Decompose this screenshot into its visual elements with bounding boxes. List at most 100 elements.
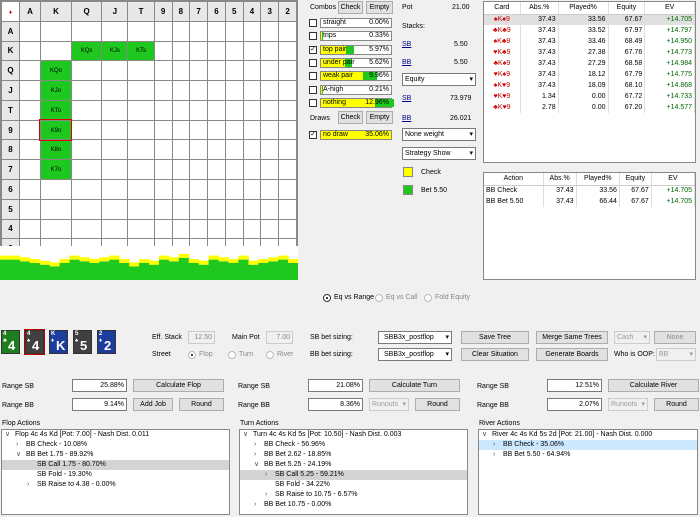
grid-cell[interactable] xyxy=(207,159,226,181)
grid-cell[interactable] xyxy=(127,20,155,42)
grid-cell[interactable] xyxy=(189,40,209,62)
combo-checkbox[interactable] xyxy=(309,85,317,94)
tree-node[interactable]: SB Fold - 19.30% xyxy=(2,470,229,480)
grid-cell[interactable] xyxy=(39,20,72,42)
grid-cell[interactable] xyxy=(101,99,129,121)
grid-cell[interactable] xyxy=(278,179,297,200)
grid-cell[interactable] xyxy=(207,119,226,141)
grid-cell[interactable] xyxy=(171,218,191,240)
range-sb-input[interactable]: 12.51% xyxy=(547,379,602,392)
grid-cell[interactable] xyxy=(260,119,280,141)
grid-cell[interactable] xyxy=(242,40,262,62)
grid-cell[interactable] xyxy=(224,159,244,181)
grid-cell[interactable] xyxy=(260,80,280,101)
board-card[interactable]: 4 4 ♠ xyxy=(24,329,45,355)
grid-cell[interactable] xyxy=(207,139,226,161)
grid-cell[interactable] xyxy=(171,159,191,181)
grid-cell[interactable] xyxy=(70,119,103,141)
grid-cell[interactable] xyxy=(70,80,103,101)
grid-cell[interactable]: KJo xyxy=(39,80,72,101)
combos-empty-button[interactable]: Empty xyxy=(366,1,393,14)
grid-cell[interactable] xyxy=(19,198,41,220)
range-bb-input[interactable]: 8.36% xyxy=(308,398,363,411)
grid-cell[interactable] xyxy=(278,119,297,141)
grid-cell[interactable] xyxy=(153,218,173,240)
grid-cell[interactable] xyxy=(224,198,244,220)
equity-mode-radio[interactable] xyxy=(424,294,432,302)
grid-cell[interactable] xyxy=(127,139,155,161)
table-row[interactable]: ♠K♣9 37.43 33.46 68.49 +14.950 xyxy=(484,36,695,47)
cash-select[interactable]: Cash xyxy=(614,331,650,344)
grid-cell[interactable] xyxy=(242,20,262,42)
tree-node[interactable]: ∨ River 4c 4s Kd 5s 2d [Pot: 21.00] - Nas… xyxy=(479,430,697,440)
table-header[interactable]: Equity xyxy=(608,2,646,15)
grid-cell[interactable]: KTs xyxy=(127,40,155,62)
grid-cell[interactable] xyxy=(242,99,262,121)
grid-cell[interactable] xyxy=(278,80,297,101)
draws-check-button[interactable]: Check xyxy=(338,111,363,124)
grid-cell[interactable] xyxy=(207,20,226,42)
grid-cell[interactable] xyxy=(189,20,209,42)
add-job-button[interactable]: Add Job xyxy=(133,398,173,411)
grid-cell[interactable] xyxy=(153,159,173,181)
flop-tree[interactable]: ∨ Flop 4c 4s Kd [Pot: 7.00] - Nash Dist. … xyxy=(1,429,230,515)
chevron-down-icon[interactable]: ∨ xyxy=(16,450,26,460)
grid-cell[interactable] xyxy=(153,198,173,220)
equity-mode-radio[interactable] xyxy=(323,294,331,302)
table-row[interactable]: ♣K♠9 37.43 27.29 68.58 +14.984 xyxy=(484,58,695,69)
grid-cell[interactable] xyxy=(242,179,262,200)
tree-node[interactable]: SB Call 1.75 - 80.70% xyxy=(2,460,229,470)
action-table[interactable]: Action Abs.% Played% Equity EV BB Check 37.43 3… xyxy=(483,172,696,280)
grid-cell[interactable] xyxy=(242,139,262,161)
tree-node[interactable]: › BB Check - 35.06% xyxy=(479,440,697,450)
table-header[interactable]: Played% xyxy=(576,173,620,186)
combos-check-button[interactable]: Check xyxy=(338,1,363,14)
range-sb-input[interactable]: 25.88% xyxy=(72,379,127,392)
combo-checkbox[interactable] xyxy=(309,19,317,27)
grid-cell[interactable] xyxy=(101,159,129,181)
grid-cell[interactable] xyxy=(101,119,129,141)
grid-cell[interactable] xyxy=(207,198,226,220)
table-row[interactable]: ♠K♠9 37.43 33.56 67.67 +14.705 xyxy=(484,14,695,25)
grid-cell[interactable] xyxy=(278,198,297,220)
street-radio[interactable] xyxy=(228,351,236,359)
grid-cell[interactable] xyxy=(189,99,209,121)
combo-checkbox[interactable]: ✓ xyxy=(309,45,317,54)
grid-cell[interactable] xyxy=(19,20,41,42)
grid-cell[interactable] xyxy=(260,60,280,82)
generate-boards-button[interactable]: Generate Boards xyxy=(536,348,608,361)
chevron-right-icon[interactable]: › xyxy=(493,440,503,450)
grid-cell[interactable] xyxy=(224,119,244,141)
clear-situation-button[interactable]: Clear Situation xyxy=(461,348,529,361)
grid-cell[interactable] xyxy=(189,80,209,101)
grid-cell[interactable] xyxy=(70,179,103,200)
board-card[interactable]: 4 4 ♣ xyxy=(1,330,20,354)
grid-cell[interactable] xyxy=(207,40,226,62)
grid-cell[interactable] xyxy=(278,40,297,62)
grid-cell[interactable]: K7o xyxy=(39,159,72,181)
grid-cell[interactable] xyxy=(70,20,103,42)
street-radio[interactable] xyxy=(266,351,274,359)
chevron-right-icon[interactable]: › xyxy=(16,440,26,450)
table-header[interactable]: Card xyxy=(484,2,521,15)
grid-cell[interactable] xyxy=(19,179,41,200)
tree-node[interactable]: › SB Raise to 4.38 - 0.00% xyxy=(2,480,229,490)
grid-cell[interactable] xyxy=(171,179,191,200)
grid-cell[interactable] xyxy=(153,99,173,121)
grid-cell[interactable] xyxy=(224,20,244,42)
grid-cell[interactable] xyxy=(19,119,41,141)
tree-node[interactable]: › BB Bet 2.62 - 18.85% xyxy=(240,450,467,460)
grid-cell[interactable] xyxy=(260,159,280,181)
river-tree[interactable]: ∨ River 4c 4s Kd 5s 2d [Pot: 21.00] - Nas… xyxy=(478,429,698,515)
grid-cell[interactable] xyxy=(19,99,41,121)
grid-cell[interactable] xyxy=(39,40,72,62)
grid-cell[interactable] xyxy=(101,139,129,161)
calculate-button[interactable]: Calculate Turn xyxy=(369,379,460,392)
table-header[interactable]: Played% xyxy=(558,2,609,15)
chevron-down-icon[interactable]: ∨ xyxy=(5,430,15,440)
grid-cell[interactable] xyxy=(19,40,41,62)
grid-cell[interactable] xyxy=(127,218,155,240)
street-radio[interactable] xyxy=(188,351,196,359)
chevron-right-icon[interactable]: › xyxy=(254,500,264,510)
grid-cell[interactable] xyxy=(70,198,103,220)
